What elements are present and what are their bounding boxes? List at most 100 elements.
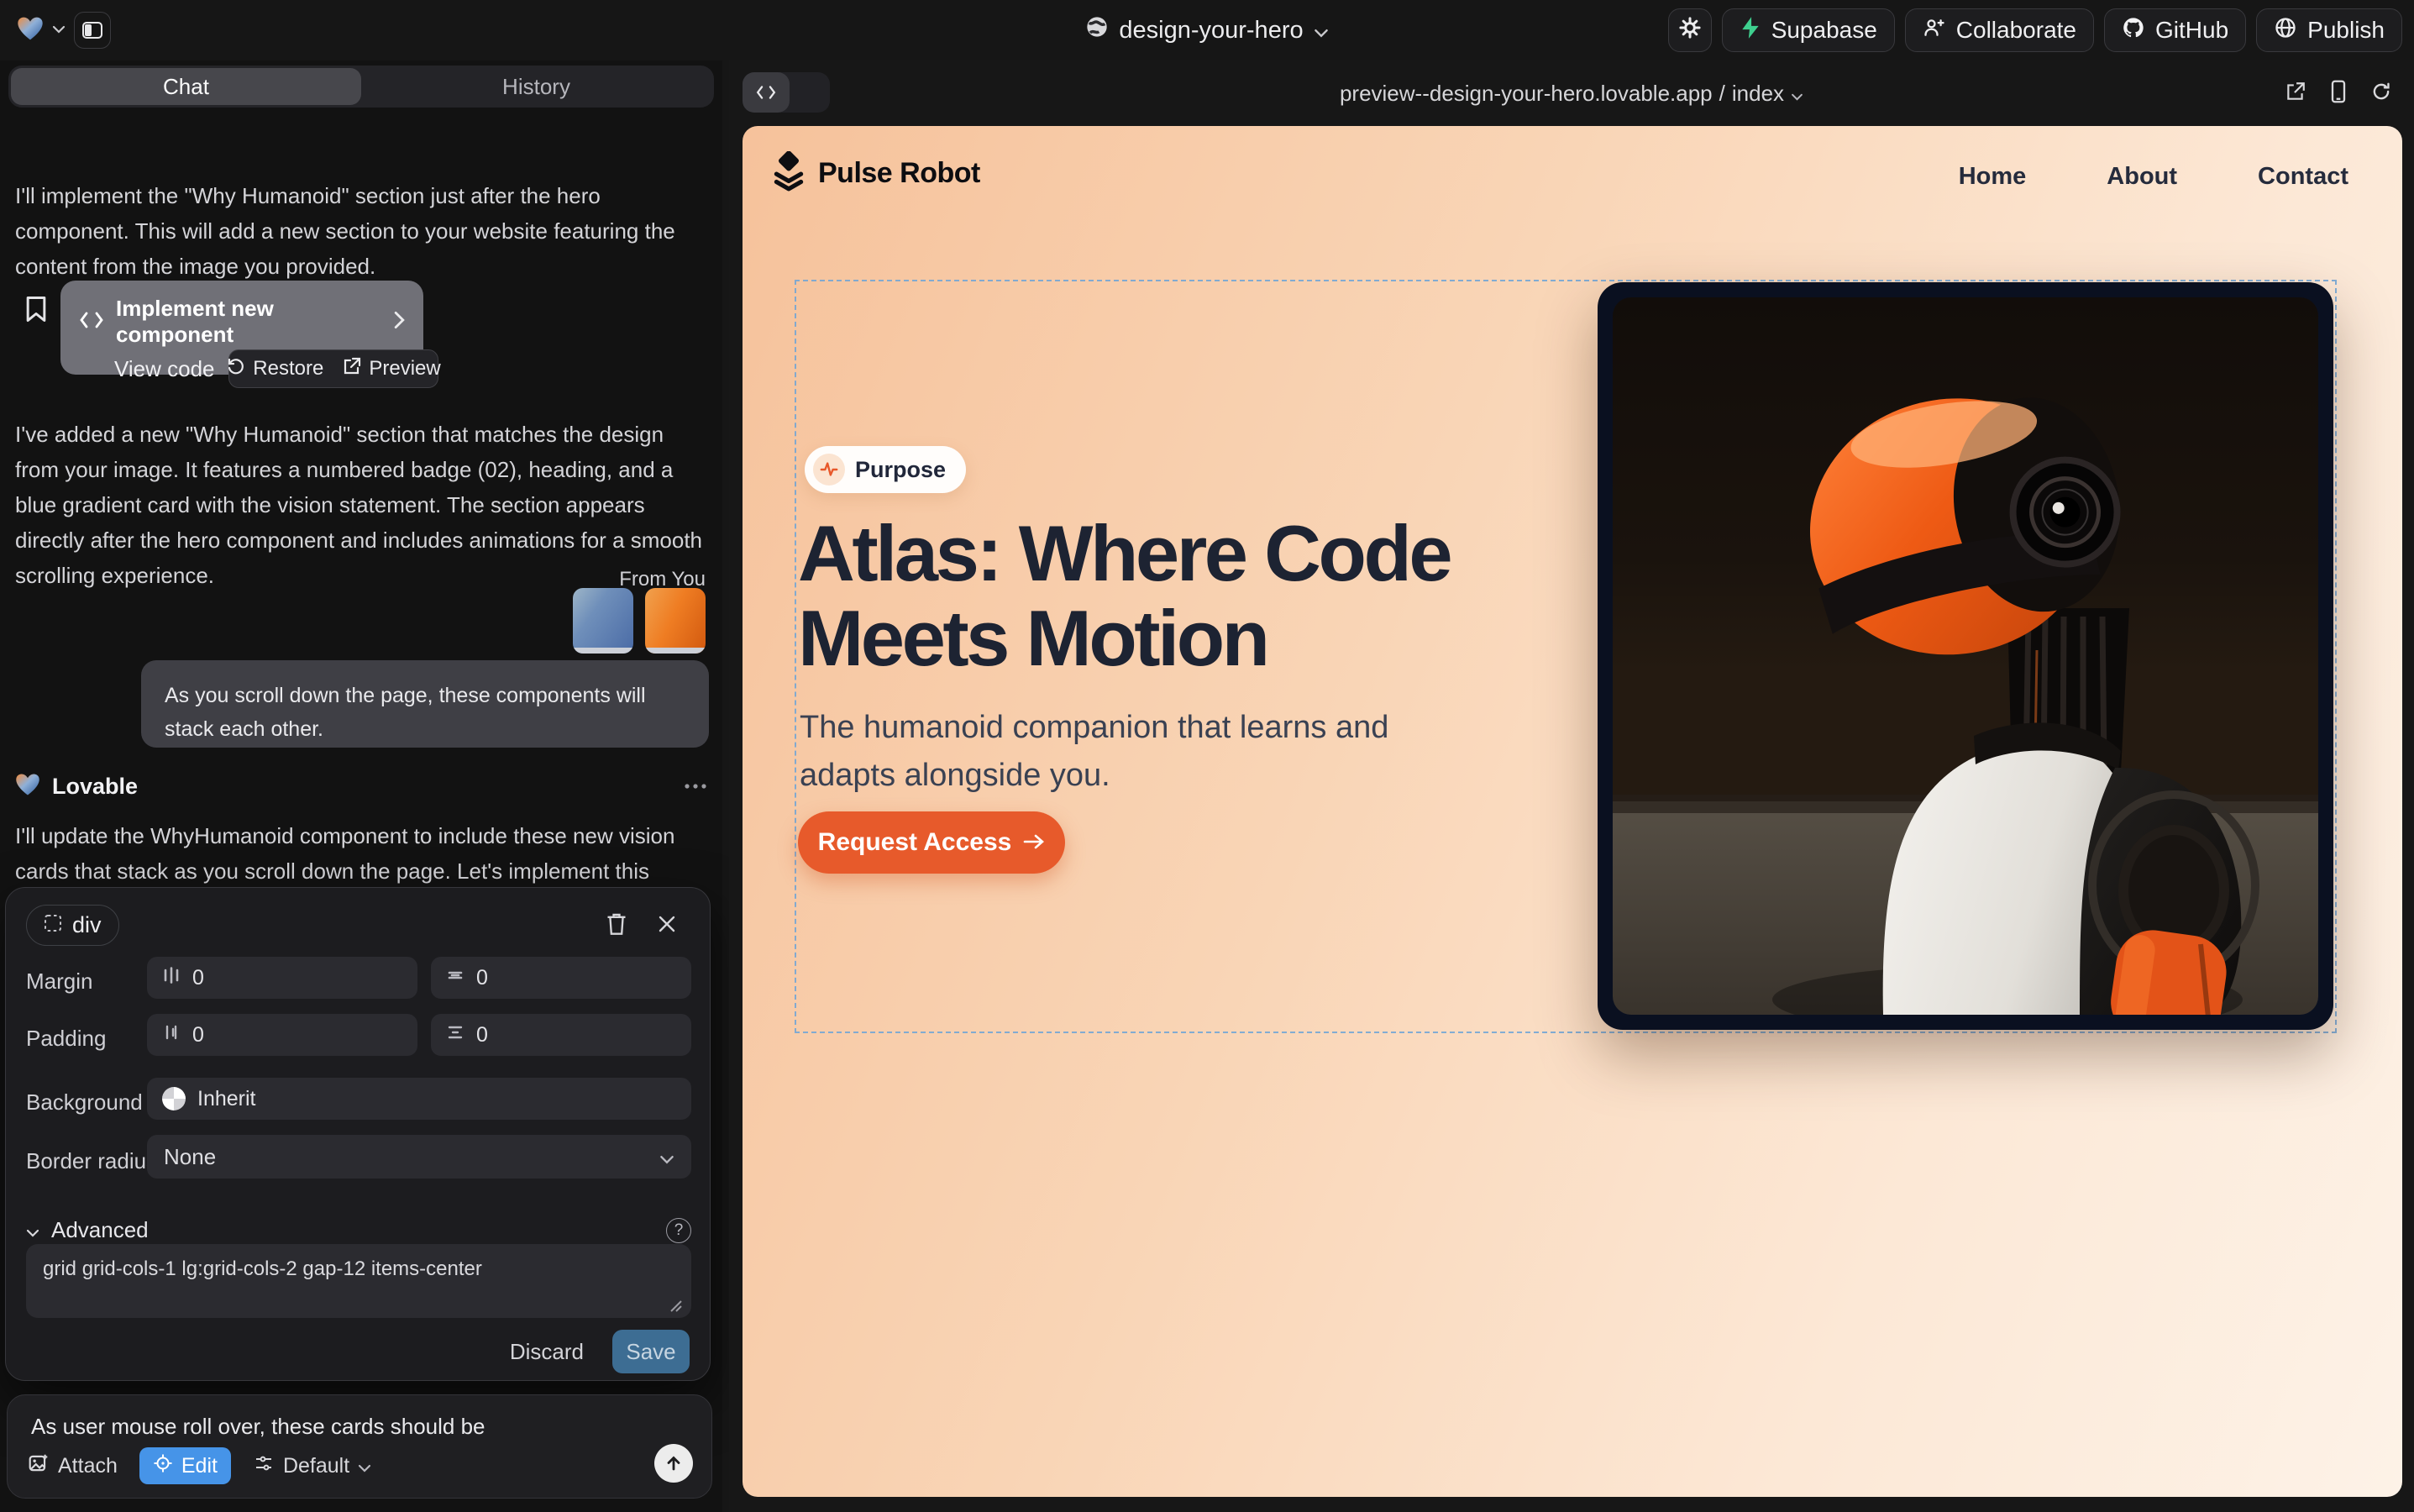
sliders-icon xyxy=(253,1453,275,1479)
send-button[interactable] xyxy=(654,1444,693,1483)
discard-button[interactable]: Discard xyxy=(510,1339,584,1365)
site-preview: Pulse Robot Home About Contact Purpose A… xyxy=(743,126,2402,1497)
supabase-button[interactable]: Supabase xyxy=(1722,8,1895,52)
site-brand: Pulse Robot xyxy=(818,157,980,190)
refresh-icon[interactable] xyxy=(2370,81,2392,107)
edit-mode-button[interactable]: Edit xyxy=(139,1447,231,1484)
margin-vertical-icon xyxy=(446,966,464,990)
color-swatch xyxy=(162,1087,186,1110)
app-window: design-your-hero Supabase Co xyxy=(0,0,2414,1512)
tab-chat[interactable]: Chat xyxy=(11,68,361,105)
request-access-button[interactable]: Request Access xyxy=(798,811,1065,874)
chat-sidebar: Chat History I'll implement the "Why Hum… xyxy=(0,60,722,1512)
external-link-icon xyxy=(342,356,362,382)
collaborate-button[interactable]: Collaborate xyxy=(1905,8,2094,52)
project-name: design-your-hero xyxy=(1119,17,1303,45)
tab-history[interactable]: History xyxy=(361,68,711,105)
padding-label: Padding xyxy=(26,1026,106,1052)
preview-url: preview--design-your-hero.lovable.app xyxy=(1340,81,1713,107)
target-icon xyxy=(153,1453,173,1479)
element-inspector-panel: div Margin 0 0 Padding xyxy=(5,887,711,1381)
top-bar: design-your-hero Supabase Co xyxy=(0,0,2414,60)
background-input[interactable]: Inherit xyxy=(147,1078,691,1120)
border-radius-label: Border radius xyxy=(26,1148,157,1174)
tailwind-classes-input[interactable]: grid grid-cols-1 lg:grid-cols-2 gap-12 i… xyxy=(26,1244,691,1318)
advanced-section-label[interactable]: Advanced xyxy=(51,1217,149,1243)
preview-page: index xyxy=(1732,81,1784,107)
attach-image-icon xyxy=(28,1452,50,1480)
border-radius-select[interactable]: None xyxy=(147,1135,691,1179)
settings-button[interactable] xyxy=(1668,8,1712,52)
globe-icon xyxy=(2274,16,2297,45)
margin-label: Margin xyxy=(26,969,92,995)
chat-input[interactable]: As user mouse roll over, these cards sho… xyxy=(31,1414,686,1440)
hero-subtitle: The humanoid companion that learns and a… xyxy=(800,704,1472,800)
lovable-heart-icon xyxy=(15,773,40,801)
arrow-right-icon xyxy=(1023,828,1045,857)
robot-image xyxy=(1613,297,2318,1015)
github-button[interactable]: GitHub xyxy=(2104,8,2246,52)
delete-element-button[interactable] xyxy=(604,911,629,937)
bookmark-icon[interactable] xyxy=(25,296,47,327)
assistant-name: Lovable xyxy=(52,774,138,800)
chevron-down-icon xyxy=(358,1454,371,1478)
hero-image-card xyxy=(1598,282,2333,1030)
component-card-title: Implement new component xyxy=(116,296,370,348)
nav-contact[interactable]: Contact xyxy=(2258,163,2348,191)
preview-toolbar: preview--design-your-hero.lovable.app / … xyxy=(729,60,2414,126)
chevron-right-icon xyxy=(394,309,405,335)
supabase-icon xyxy=(1740,16,1761,45)
globe-icon xyxy=(1085,15,1109,45)
hero-badge: Purpose xyxy=(805,446,966,493)
restore-icon xyxy=(226,356,246,382)
restore-button[interactable]: Restore xyxy=(226,356,323,382)
dashed-box-icon xyxy=(44,912,62,938)
site-logo[interactable]: Pulse Robot xyxy=(771,151,980,196)
thumbnail-footer xyxy=(573,648,633,654)
mode-select[interactable]: Default xyxy=(253,1453,371,1479)
preview-button[interactable]: Preview xyxy=(342,356,440,382)
nav-home[interactable]: Home xyxy=(1959,163,2027,191)
more-options-icon[interactable] xyxy=(684,779,707,794)
assistant-message: I've added a new "Why Humanoid" section … xyxy=(15,417,706,594)
chevron-down-icon[interactable] xyxy=(26,1217,39,1243)
save-button[interactable]: Save xyxy=(612,1330,690,1373)
padding-horizontal-icon xyxy=(162,1023,181,1047)
assistant-message: I'll implement the "Why Humanoid" sectio… xyxy=(15,178,706,284)
attachment-thumbnail-blue[interactable] xyxy=(573,588,633,654)
help-icon[interactable]: ? xyxy=(666,1218,691,1243)
close-icon[interactable] xyxy=(654,911,680,937)
padding-y-input[interactable]: 0 xyxy=(431,1014,691,1056)
site-nav: Home About Contact xyxy=(1959,163,2348,191)
publish-button[interactable]: Publish xyxy=(2256,8,2402,52)
selected-element-chip[interactable]: div xyxy=(26,905,119,946)
mobile-view-icon[interactable] xyxy=(2330,80,2347,108)
user-message-bubble: As you scroll down the page, these compo… xyxy=(141,660,709,748)
github-icon xyxy=(2122,16,2145,45)
people-icon xyxy=(1923,16,1946,45)
hero-heading: Atlas: Where Code Meets Motion xyxy=(798,511,1450,680)
margin-y-input[interactable]: 0 xyxy=(431,957,691,999)
chevron-down-icon xyxy=(659,1144,674,1170)
open-external-icon[interactable] xyxy=(2285,81,2306,107)
background-label: Background xyxy=(26,1089,143,1116)
version-hover-tools: Restore Preview xyxy=(228,349,438,388)
chevron-down-icon xyxy=(1791,81,1803,107)
nav-about[interactable]: About xyxy=(2107,163,2177,191)
resize-handle-icon[interactable] xyxy=(668,1298,683,1317)
chevron-down-icon xyxy=(1314,17,1329,45)
pulse-icon xyxy=(813,454,845,486)
preview-url-bar[interactable]: preview--design-your-hero.lovable.app / … xyxy=(729,60,2414,126)
attachment-thumbnail-orange[interactable] xyxy=(645,588,706,654)
margin-horizontal-icon xyxy=(162,966,181,990)
preview-pane: preview--design-your-hero.lovable.app / … xyxy=(729,60,2414,1512)
pulse-robot-logo-icon xyxy=(771,151,806,196)
selected-element-tag: div xyxy=(72,912,102,938)
url-separator: / xyxy=(1719,81,1725,107)
chat-composer: As user mouse roll over, these cards sho… xyxy=(7,1394,712,1499)
sidebar-tabs: Chat History xyxy=(8,66,714,108)
padding-x-input[interactable]: 0 xyxy=(147,1014,417,1056)
margin-x-input[interactable]: 0 xyxy=(147,957,417,999)
gear-icon xyxy=(1678,16,1702,45)
attach-button[interactable]: Attach xyxy=(28,1452,118,1480)
